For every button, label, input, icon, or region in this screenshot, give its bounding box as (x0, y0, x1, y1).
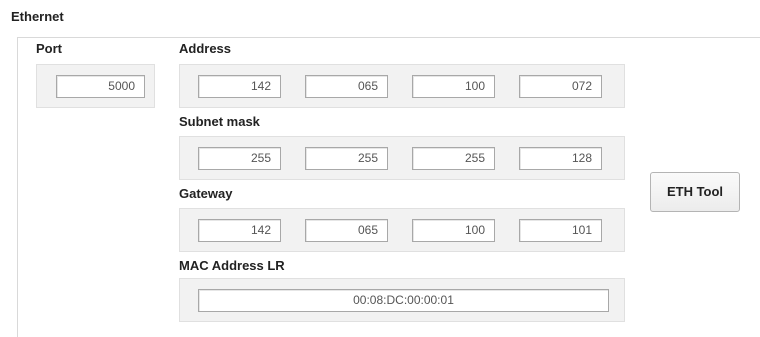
gateway-group: 142 065 100 101 (179, 208, 625, 252)
address-octet-4[interactable]: 072 (519, 75, 602, 98)
gateway-label: Gateway (179, 186, 233, 201)
address-octet-1[interactable]: 142 (198, 75, 281, 98)
subnet-octet-4[interactable]: 128 (519, 147, 602, 170)
subnet-octet-1[interactable]: 255 (198, 147, 281, 170)
address-octet-2[interactable]: 065 (305, 75, 388, 98)
gateway-octet-4[interactable]: 101 (519, 219, 602, 242)
gateway-octet-2[interactable]: 065 (305, 219, 388, 242)
mac-address-field[interactable]: 00:08:DC:00:00:01 (198, 289, 609, 312)
port-label: Port (36, 41, 62, 56)
address-label: Address (179, 41, 232, 56)
address-octet-3[interactable]: 100 (412, 75, 495, 98)
section-title: Ethernet (11, 9, 64, 24)
eth-tool-button[interactable]: ETH Tool (650, 172, 740, 212)
subnet-mask-group: 255 255 255 128 (179, 136, 625, 180)
port-group: 5000 (36, 64, 155, 108)
port-field[interactable]: 5000 (56, 75, 145, 98)
subnet-octet-2[interactable]: 255 (305, 147, 388, 170)
mac-address-label: MAC Address LR (179, 258, 285, 273)
mac-address-group: 00:08:DC:00:00:01 (179, 278, 625, 322)
subnet-octet-3[interactable]: 255 (412, 147, 495, 170)
address-group: 142 065 100 072 (179, 64, 625, 108)
gateway-octet-3[interactable]: 100 (412, 219, 495, 242)
subnet-mask-label: Subnet mask (179, 114, 260, 129)
gateway-octet-1[interactable]: 142 (198, 219, 281, 242)
